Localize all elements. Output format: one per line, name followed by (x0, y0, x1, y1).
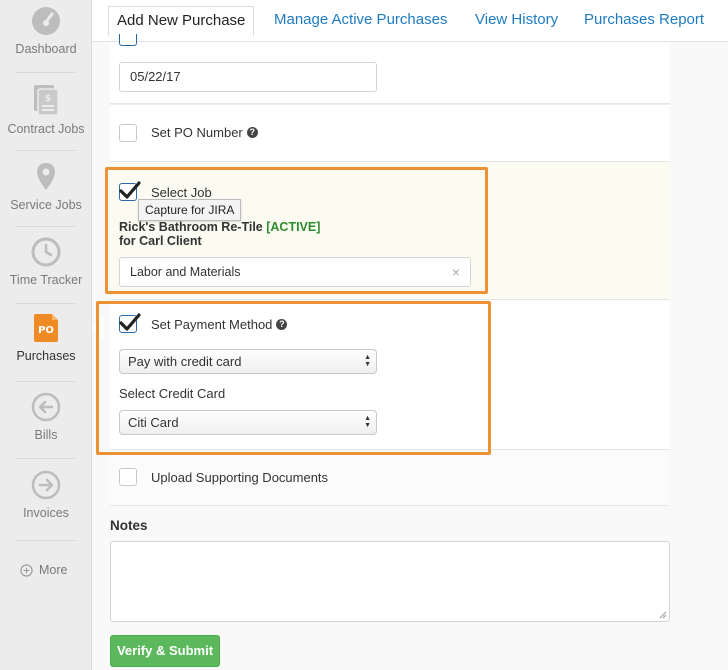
nav-divider (16, 381, 76, 382)
tab-purchases-report[interactable]: Purchases Report (584, 11, 704, 28)
job-client: for Carl Client (119, 234, 202, 248)
plus-circle-icon (20, 563, 33, 577)
payment-method-value: Pay with credit card (128, 354, 242, 369)
svg-text:$: $ (45, 94, 51, 104)
nav-invoices[interactable]: Invoices (0, 470, 92, 520)
nav-time-tracker-label: Time Tracker (9, 273, 83, 287)
nav-more-label: More (39, 563, 68, 577)
help-icon[interactable]: ? (276, 319, 288, 330)
arrow-left-circle-icon (31, 392, 61, 422)
resize-handle-icon[interactable] (659, 611, 667, 619)
credit-card-select[interactable]: Citi Card ▲ ▼ (119, 410, 377, 435)
nav-dashboard[interactable]: Dashboard (0, 6, 92, 56)
nav-divider (16, 540, 76, 541)
upload-label: Upload Supporting Documents (151, 470, 329, 485)
notes-label: Notes (110, 518, 148, 533)
select-arrows-icon: ▲ ▼ (364, 415, 371, 429)
job-status-badge: [ACTIVE] (266, 220, 321, 234)
nav-bills[interactable]: Bills (0, 392, 92, 442)
select-job-label: Select Job (151, 185, 212, 200)
tab-add-new-purchase[interactable]: Add New Purchase (108, 6, 255, 36)
payment-method-text: Set Payment Method (151, 317, 273, 332)
contract-icon: $ (34, 85, 59, 116)
job-category-select[interactable]: Labor and Materials × (119, 257, 471, 287)
nav-divider (16, 303, 76, 304)
nav-invoices-label: Invoices (23, 506, 69, 520)
capture-tooltip: Capture for JIRA (138, 199, 242, 221)
job-name-text: Rick's Bathroom Re-Tile (119, 220, 263, 234)
nav-divider (16, 150, 76, 151)
notes-textarea[interactable] (110, 541, 670, 622)
nav-contract-jobs[interactable]: $ Contract Jobs (0, 84, 92, 136)
date-input[interactable]: 05/22/17 (119, 62, 377, 92)
arrow-right-circle-icon (31, 470, 61, 500)
help-icon[interactable]: ? (246, 127, 258, 138)
select-arrows-icon: ▲ ▼ (364, 354, 371, 368)
clock-icon (31, 237, 61, 267)
nav-divider (16, 72, 76, 73)
gauge-icon (32, 7, 60, 35)
nav-purchases-label: Purchases (16, 349, 76, 363)
job-name: Rick's Bathroom Re-Tile [ACTIVE] (119, 220, 320, 234)
tab-bar: Add New Purchase Manage Active Purchases… (92, 0, 728, 42)
nav-purchases[interactable]: PO Purchases (0, 313, 92, 363)
sidebar: Dashboard $ Contract Jobs Service Jobs T… (0, 0, 92, 670)
po-number-checkbox[interactable] (119, 124, 137, 142)
tab-manage-active-purchases[interactable]: Manage Active Purchases (274, 11, 447, 28)
job-category-value: Labor and Materials (130, 265, 241, 279)
tab-view-history[interactable]: View History (475, 11, 558, 28)
upload-checkbox[interactable] (119, 468, 137, 486)
payment-method-select[interactable]: Pay with credit card ▲ ▼ (119, 349, 377, 374)
nav-contract-jobs-label: Contract Jobs (7, 122, 85, 136)
credit-card-label: Select Credit Card (119, 386, 226, 401)
active-nav-pointer (92, 316, 104, 340)
nav-service-jobs-label: Service Jobs (10, 198, 82, 212)
credit-card-value: Citi Card (128, 415, 179, 430)
po-number-label: Set PO Number ? (151, 125, 258, 140)
nav-service-jobs[interactable]: Service Jobs (0, 162, 92, 212)
po-icon: PO (34, 314, 58, 342)
clear-icon[interactable]: × (452, 258, 460, 286)
nav-bills-label: Bills (34, 428, 58, 442)
nav-dashboard-label: Dashboard (15, 42, 77, 56)
nav-divider (16, 226, 76, 227)
map-pin-icon (37, 163, 55, 190)
nav-time-tracker[interactable]: Time Tracker (0, 237, 92, 287)
svg-text:PO: PO (38, 325, 54, 336)
checkmark-icon (119, 313, 141, 331)
date-checkbox[interactable] (119, 34, 137, 46)
po-number-text: Set PO Number (151, 125, 243, 140)
payment-method-label: Set Payment Method ? (151, 317, 288, 332)
nav-divider (16, 458, 76, 459)
verify-submit-button[interactable]: Verify & Submit (110, 635, 220, 667)
nav-more[interactable]: More (20, 563, 67, 577)
